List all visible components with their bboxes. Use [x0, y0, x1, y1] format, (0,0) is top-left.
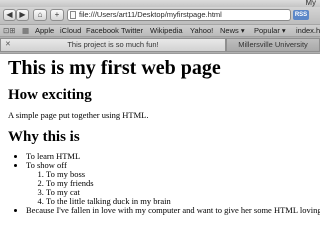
sublist-item: To my friends	[46, 179, 320, 188]
page-content: This is my first web page How exciting A…	[0, 54, 320, 248]
section-heading-why: Why this is	[8, 129, 80, 145]
back-button[interactable]: ◀	[3, 9, 16, 21]
bookmark-wikipedia[interactable]: Wikipedia	[150, 25, 183, 37]
tab-inactive-label: Millersville University	[238, 40, 308, 49]
forward-button[interactable]: ▶	[16, 9, 29, 21]
window-title: My	[305, 0, 316, 7]
title-bar: My	[0, 0, 320, 7]
tab-active[interactable]: ✕ This project is so much fun!	[0, 38, 226, 52]
address-bar[interactable]: file:///Users/art11/Desktop/myfirstpage.…	[67, 9, 291, 21]
reasons-list: To learn HTML To show off To my boss To …	[8, 152, 320, 215]
browser-chrome: My ◀ ▶ ⌂ + file:///Users/art11/Desktop/m…	[0, 0, 320, 54]
tab-bar: ✕ This project is so much fun! Millersvi…	[0, 37, 320, 53]
forward-arrow-icon: ▶	[19, 10, 26, 19]
page-heading: This is my first web page	[8, 57, 221, 79]
tab-active-label: This project is so much fun!	[67, 40, 159, 49]
bookmark-apple[interactable]: Apple	[35, 25, 54, 37]
bookmark-twitter[interactable]: Twitter	[121, 25, 143, 37]
add-bookmark-button[interactable]: +	[50, 9, 64, 21]
bookmark-facebook[interactable]: Facebook	[86, 25, 119, 37]
home-button[interactable]: ⌂	[33, 9, 47, 21]
toolbar: ◀ ▶ ⌂ + file:///Users/art11/Desktop/myfi…	[0, 7, 320, 24]
intro-paragraph: A simple page put together using HTML.	[8, 110, 149, 120]
reading-list-icon[interactable]: ⊡⊞	[3, 25, 16, 37]
show-off-sublist: To my boss To my friends To my cat To th…	[26, 170, 320, 206]
plus-icon: +	[54, 10, 60, 19]
top-sites-icon[interactable]: ▦	[22, 25, 29, 37]
bookmark-popular-menu[interactable]: Popular ▾	[254, 25, 286, 37]
home-icon: ⌂	[37, 10, 43, 19]
bookmark-icloud[interactable]: iCloud	[60, 25, 81, 37]
address-url: file:///Users/art11/Desktop/myfirstpage.…	[79, 10, 222, 19]
document-icon	[70, 11, 76, 19]
rss-button[interactable]: RSS	[293, 10, 309, 20]
close-tab-icon[interactable]: ✕	[5, 39, 11, 51]
list-item-because: Because I've fallen in love with my comp…	[26, 205, 320, 215]
tab-inactive[interactable]: Millersville University	[226, 38, 320, 52]
bookmark-index[interactable]: index.h	[296, 25, 320, 37]
list-item: Because I've fallen in love with my comp…	[26, 206, 320, 215]
list-item: To show off To my boss To my friends To …	[26, 161, 320, 206]
section-heading-exciting: How exciting	[8, 87, 92, 103]
bookmark-news-menu[interactable]: News ▾	[220, 25, 245, 37]
list-item: To learn HTML	[26, 152, 320, 161]
bookmark-yahoo[interactable]: Yahoo!	[190, 25, 213, 37]
back-arrow-icon: ◀	[6, 10, 13, 19]
bookmarks-bar: ⊡⊞ ▦ Apple iCloud Facebook Twitter Wikip…	[0, 24, 320, 37]
